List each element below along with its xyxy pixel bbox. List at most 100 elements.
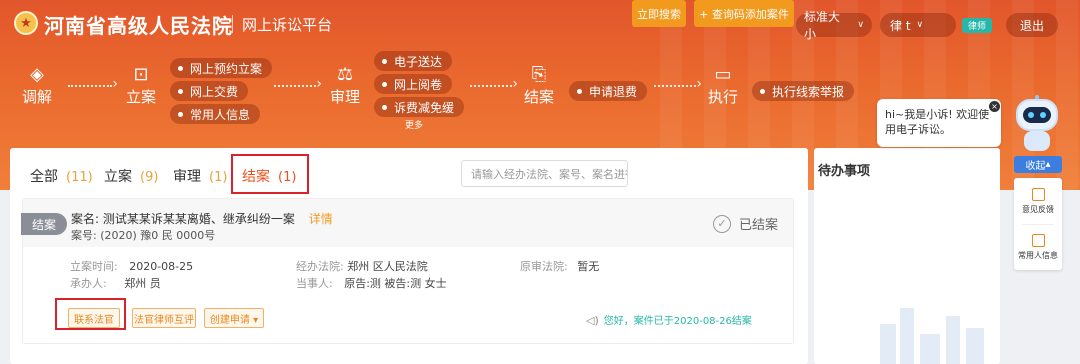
close-icon[interactable]: × bbox=[989, 101, 1000, 112]
tag-e-service[interactable]: 电子送达 bbox=[374, 51, 453, 71]
case-number-value: (2020) 豫0 民 0000号 bbox=[100, 229, 216, 242]
side-tools: 意见反馈 常用人信息 bbox=[1014, 178, 1062, 270]
flow-arrow bbox=[68, 76, 118, 92]
closed-status-label: 已结案 bbox=[739, 218, 779, 233]
common-person-tool[interactable]: 常用人信息 bbox=[1014, 234, 1062, 261]
collapse-button[interactable]: 收起 ▴ bbox=[1014, 156, 1062, 173]
todo-title: 待办事项 bbox=[818, 164, 871, 179]
highlight-box bbox=[55, 298, 126, 330]
tag-label: 常用人信息 bbox=[190, 107, 251, 122]
closed-status: ✓ 已结案 bbox=[713, 214, 778, 233]
meta-value: 郑州 区人民法院 bbox=[347, 260, 428, 273]
meta-value: 暂无 bbox=[577, 260, 600, 273]
meta-value: 2020-08-25 bbox=[129, 260, 194, 273]
document-icon bbox=[1031, 234, 1045, 247]
highlight-box bbox=[231, 154, 309, 194]
tool-label: 常用人信息 bbox=[1018, 251, 1058, 260]
tag-online-filing[interactable]: 网上预约立案 bbox=[170, 58, 273, 78]
tag-refund[interactable]: 申请退费 bbox=[569, 81, 648, 101]
flow-close[interactable]: ⎘ 结案 bbox=[524, 64, 554, 107]
detail-link[interactable]: 详情 bbox=[309, 212, 333, 226]
flow-execute[interactable]: ▭ 执行 bbox=[708, 64, 738, 107]
tag-common-person[interactable]: 常用人信息 bbox=[170, 104, 261, 124]
flow-mediate[interactable]: ◈ 调解 bbox=[22, 64, 52, 107]
tab-all[interactable]: 全部 (11) bbox=[30, 166, 93, 186]
tag-online-review[interactable]: 网上阅卷 bbox=[374, 74, 453, 94]
notice-text: 您好，案件已于2020-08-26结案 bbox=[603, 316, 752, 327]
status-tag: 结案 bbox=[21, 213, 67, 235]
user-dropdown[interactable]: 律 t ∨ bbox=[880, 13, 956, 37]
flow-mediate-label: 调解 bbox=[22, 88, 53, 106]
case-parties: 当事人: 原告:测 被告:测 女士 bbox=[296, 275, 447, 291]
clipboard-icon: ⎘ bbox=[531, 64, 547, 85]
meta-value: 郑州 员 bbox=[124, 277, 161, 290]
court-emblem-icon: ★ bbox=[14, 11, 38, 35]
flow-close-label: 结案 bbox=[524, 88, 555, 106]
search-input[interactable]: 请输入经办法院、案号、案名进行 bbox=[461, 160, 628, 187]
robot-assistant-icon[interactable] bbox=[1010, 95, 1064, 153]
filing-time: 立案时间: 2020-08-25 bbox=[70, 258, 193, 274]
assistant-bubble: hi~我是小诉! 欢迎使用电子诉讼。 bbox=[877, 99, 1001, 147]
flow-arrow bbox=[470, 76, 518, 92]
filing-icon: ⊡ bbox=[133, 64, 149, 85]
handshake-icon: ◈ bbox=[30, 64, 44, 85]
tab-filing[interactable]: 立案 (9) bbox=[104, 166, 158, 186]
user-name: 律 t bbox=[890, 18, 911, 33]
collapse-label: 收起 bbox=[1025, 161, 1046, 172]
tag-label: 网上交费 bbox=[190, 84, 239, 99]
case-handler: 承办人: 郑州 员 bbox=[70, 275, 161, 291]
tag-label: 诉费减免缓 bbox=[394, 100, 455, 115]
tag-execution-clue[interactable]: 执行线索举报 bbox=[752, 81, 855, 101]
monitor-icon: ▭ bbox=[714, 64, 732, 85]
create-request-dropdown[interactable]: 创建申请 ▾ bbox=[204, 308, 264, 328]
meta-value: 原告:测 被告:测 女士 bbox=[344, 277, 447, 290]
speaker-icon: ◁) bbox=[586, 314, 599, 327]
tab-trial[interactable]: 审理 (1) bbox=[173, 166, 227, 186]
font-size-label: 标准大小 bbox=[804, 10, 841, 41]
tag-fee-relief[interactable]: 诉费减免缓 bbox=[374, 97, 465, 117]
search-button[interactable]: 立即搜索 bbox=[632, 0, 686, 27]
chevron-down-icon: ∨ bbox=[857, 20, 864, 30]
add-case-button[interactable]: + 查询码添加案件 bbox=[694, 0, 794, 27]
tag-label: 网上阅卷 bbox=[394, 77, 443, 92]
meta-key: 立案时间: bbox=[70, 260, 118, 273]
tag-label: 申请退费 bbox=[589, 84, 638, 99]
lawyer-badge: 律师 bbox=[962, 18, 992, 33]
closed-notice: ◁) 您好，案件已于2020-08-26结案 bbox=[586, 312, 752, 327]
flow-arrow bbox=[654, 76, 702, 92]
case-name-label: 案名: bbox=[71, 212, 100, 226]
meta-key: 承办人: bbox=[70, 277, 107, 290]
meta-key: 原审法院: bbox=[520, 260, 568, 273]
font-size-dropdown[interactable]: 标准大小 ∨ bbox=[796, 10, 872, 41]
case-name-value: 测试某某诉某某离婚、继承纠纷一案 bbox=[102, 212, 295, 226]
logout-button[interactable]: 退出 bbox=[1006, 13, 1058, 37]
handling-court: 经办法院: 郑州 区人民法院 bbox=[296, 258, 428, 274]
flow-execute-label: 执行 bbox=[708, 88, 739, 106]
check-circle-icon: ✓ bbox=[713, 214, 731, 233]
tab-count: (1) bbox=[209, 170, 228, 185]
tab-label: 审理 bbox=[173, 169, 201, 185]
meta-key: 当事人: bbox=[296, 277, 333, 290]
tab-count: (9) bbox=[140, 170, 159, 185]
meta-key: 经办法院: bbox=[296, 260, 344, 273]
platform-name: 网上诉讼平台 bbox=[242, 16, 333, 34]
buildings-illustration bbox=[870, 300, 990, 364]
feedback-tool[interactable]: 意见反馈 bbox=[1014, 188, 1062, 215]
header-divider bbox=[232, 15, 233, 33]
tag-label: 网上预约立案 bbox=[190, 61, 263, 76]
gavel-icon: ⚖ bbox=[336, 64, 354, 85]
tag-label: 电子送达 bbox=[394, 54, 443, 69]
flow-filing-label: 立案 bbox=[126, 88, 157, 106]
case-number-label: 案号: bbox=[71, 229, 97, 242]
feedback-icon bbox=[1031, 188, 1045, 201]
flow-filing[interactable]: ⊡ 立案 bbox=[126, 64, 156, 107]
chevron-down-icon: ∨ bbox=[916, 20, 924, 30]
tag-online-payment[interactable]: 网上交费 bbox=[170, 81, 249, 101]
mutual-review-button[interactable]: 法官律师互评 bbox=[132, 308, 196, 328]
more-link[interactable]: 更多 bbox=[405, 118, 423, 131]
case-number-row: 案号: (2020) 豫0 民 0000号 bbox=[71, 227, 215, 243]
original-court: 原审法院: 暂无 bbox=[520, 258, 599, 274]
flow-trial-label: 审理 bbox=[330, 88, 361, 106]
flow-trial[interactable]: ⚖ 审理 bbox=[330, 64, 360, 107]
tag-label: 执行线索举报 bbox=[772, 84, 845, 99]
